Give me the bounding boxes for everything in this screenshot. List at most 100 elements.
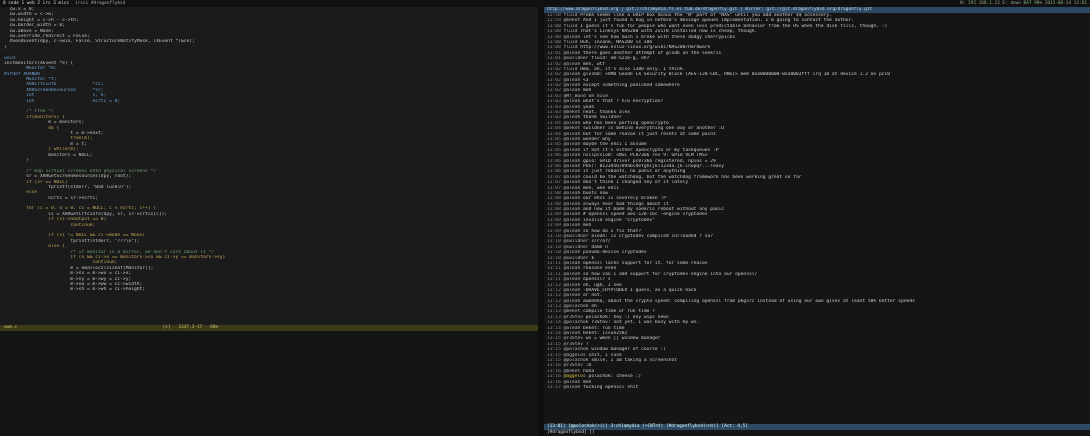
message-time: 13:03 <box>547 110 561 116</box>
message-nick[interactable]: @aleah <box>564 196 581 201</box>
message-nick[interactable]: @aleah <box>564 385 581 390</box>
workspace-list[interactable]: 0 code 1 web 2 irc 3 misc <box>0 1 72 6</box>
message-nick[interactable]: @aleah <box>564 78 581 83</box>
message-text: openssl lacks support for it, for some r… <box>583 260 708 266</box>
message-nick[interactable]: @aleah <box>564 283 581 288</box>
message-nick[interactable]: @beket <box>564 126 581 131</box>
message-nick[interactable]: @aleah <box>564 72 581 77</box>
message-text: meh, wtf <box>583 61 606 67</box>
message-nick[interactable]: @aleah <box>564 299 581 304</box>
message-time: 13:10 <box>547 239 561 245</box>
message-time: 13:12 <box>547 287 561 293</box>
message-text: and now it made my soekris reboot withou… <box>583 207 725 213</box>
message-nick[interactable]: @aleah <box>564 326 581 331</box>
message-text: compile time or run time ? <box>583 309 655 315</box>
message-nick[interactable]: @polachok <box>564 347 589 352</box>
message-nick[interactable]: @polachok <box>564 304 589 309</box>
message-time: 13:06 <box>547 163 561 169</box>
irc-input-line[interactable]: [#dragonflybsd] [] <box>544 430 1090 436</box>
empty-terminal-pane[interactable] <box>0 331 538 436</box>
message-nick[interactable]: @aleah <box>564 153 581 158</box>
message-nick[interactable]: @swildner <box>564 56 589 61</box>
message-nick[interactable]: @r3Stev <box>564 336 583 341</box>
message-nick[interactable]: @aleah <box>564 83 581 88</box>
message-nick[interactable]: fluid <box>564 29 578 34</box>
message-nick[interactable]: @swildner <box>564 234 589 239</box>
message-nick[interactable]: @aleah <box>564 137 581 142</box>
message-nick[interactable]: fluid <box>564 24 578 29</box>
message-nick[interactable]: @aleah <box>564 105 581 110</box>
message-nick[interactable]: @aleah <box>564 212 581 217</box>
message-time: 13:09 <box>547 212 561 218</box>
message-nick[interactable]: @aleah <box>564 164 581 169</box>
message-nick[interactable]: fluid <box>564 67 578 72</box>
message-nick[interactable]: @aleah <box>564 186 581 191</box>
irc-client-pane[interactable]: http://www.dragonflybsd.org | git://chla… <box>544 7 1090 436</box>
message-nick[interactable]: @aleah <box>564 175 581 180</box>
message-nick[interactable]: @r3Stev <box>564 342 583 347</box>
message-nick[interactable]: @aleah <box>564 159 581 164</box>
message-nick[interactable]: @swildner <box>564 245 589 250</box>
message-nick[interactable]: fluid <box>564 40 578 45</box>
message-nick[interactable]: @aleah <box>564 261 581 266</box>
message-nick[interactable]: @aleah <box>564 288 581 293</box>
message-text: what's that ? h/w encryption? <box>583 99 664 105</box>
message-nick[interactable]: @aleah <box>564 191 581 196</box>
message-nick[interactable]: @aleah <box>564 115 581 120</box>
message-text: it just reboots, no panic or anything <box>583 169 686 175</box>
message-text: so how do I fix that? <box>583 228 642 234</box>
message-nick[interactable]: @beket <box>564 309 581 314</box>
message-nick[interactable]: @aleah <box>564 272 581 277</box>
message-text: oh <box>591 304 597 310</box>
message-nick[interactable]: @aleah <box>564 223 581 228</box>
message-nick[interactable]: @beket <box>564 110 581 115</box>
message-nick[interactable]: @aleah <box>564 99 581 104</box>
message-nick[interactable]: @aleah <box>564 293 581 298</box>
message-nick[interactable]: @aleah <box>564 169 581 174</box>
message-nick[interactable]: @aleah <box>564 51 581 56</box>
message-nick[interactable]: @aleah <box>564 277 581 282</box>
message-nick[interactable]: @aleah <box>564 380 581 385</box>
message-nick[interactable]: @aleah <box>564 250 581 255</box>
message-nick[interactable]: @aleah <box>564 229 581 234</box>
message-time: 13:13 <box>547 304 561 310</box>
message-nick[interactable]: @Mr_Bond <box>564 94 586 99</box>
message-nick[interactable]: @aleah <box>564 180 581 185</box>
chat-message: 13:17 @aleah fucking openssl shit <box>544 385 1090 390</box>
message-nick[interactable]: @swildner <box>564 239 589 244</box>
message-nick[interactable]: fluid <box>564 45 578 50</box>
message-time: 13:05 <box>547 136 561 142</box>
message-nick[interactable]: @aleah <box>564 207 581 212</box>
message-nick[interactable]: @aleah <box>564 218 581 223</box>
message-nick[interactable]: @beket <box>564 18 581 23</box>
message-nick[interactable]: @aleah <box>564 88 581 93</box>
message-time: 13:08 <box>547 196 561 202</box>
message-time: 13:16 <box>547 374 561 380</box>
message-text: # openssl speed aes-128-cbc -engine cryp… <box>583 212 708 218</box>
message-nick[interactable]: @aleah <box>564 121 581 126</box>
message-text: wonder why <box>583 136 611 142</box>
message-nick[interactable]: @swildner <box>564 256 589 261</box>
message-nick[interactable]: @r3Stev <box>564 315 583 320</box>
message-nick[interactable]: @aleah <box>564 202 581 207</box>
vim-editor-pane[interactable]: cw.x = 0; cw.width = c->w; cw.height = c… <box>0 7 538 325</box>
message-nick[interactable]: @aleah <box>564 35 581 40</box>
message-time: 13:15 <box>547 352 561 358</box>
message-nick[interactable]: @aleah <box>564 266 581 271</box>
message-nick[interactable]: fluid <box>564 13 578 18</box>
message-nick[interactable]: @aggelos <box>564 374 586 379</box>
message-text: ? <box>585 341 589 347</box>
message-nick[interactable]: @aleah <box>564 142 581 147</box>
message-nick[interactable]: @polachok <box>564 358 589 363</box>
message-nick[interactable]: @aleah <box>564 132 581 137</box>
message-text: meh <box>583 88 592 94</box>
message-nick[interactable]: @aleah <box>564 148 581 153</box>
message-nick[interactable]: @polachok <box>564 320 589 325</box>
message-nick[interactable]: @aleah <box>564 62 581 67</box>
message-nick[interactable]: @aleah <box>564 331 581 336</box>
message-nick[interactable]: @aggelos <box>564 353 586 358</box>
message-text: polachok: hey :) any wips news <box>585 314 669 320</box>
message-nick[interactable]: @r3Stev <box>564 363 583 368</box>
code-line[interactable]: m->sh = m->wh = ci->height; <box>0 287 538 292</box>
message-nick[interactable]: @beket <box>564 369 581 374</box>
